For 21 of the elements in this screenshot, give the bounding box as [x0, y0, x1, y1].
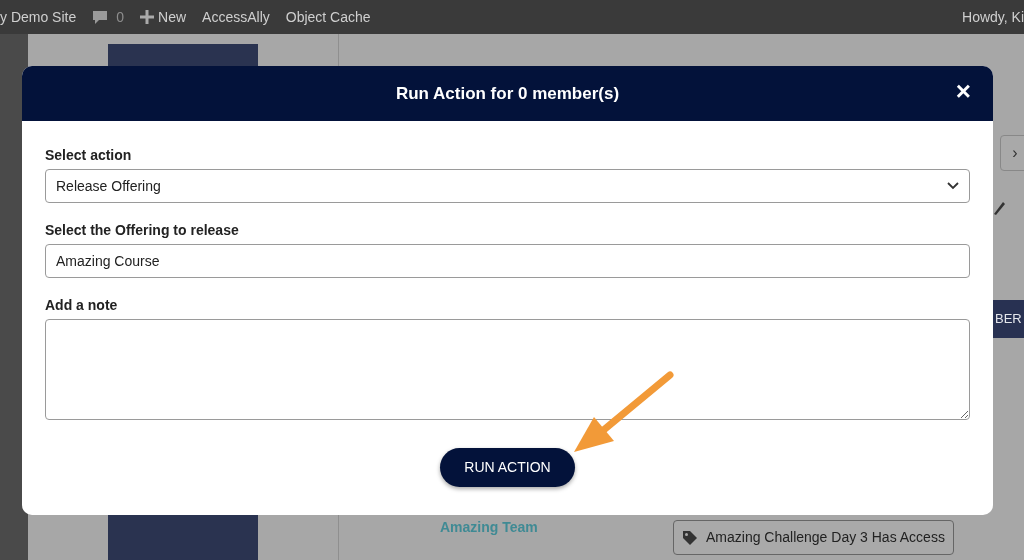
field-label: Add a note — [45, 296, 119, 315]
input-field[interactable]: Amazing Course — [45, 244, 970, 278]
menu-link[interactable]: y Demo Site — [0, 6, 77, 28]
chevron-down-icon — [947, 182, 959, 190]
tag-button[interactable]: Amazing Challenge Day 3 Has Access — [673, 520, 954, 555]
modal-title: Run Action for 0 member(s) — [395, 82, 620, 105]
note-field[interactable] — [45, 319, 970, 420]
comment-icon — [92, 9, 109, 25]
menu-link[interactable]: AccessAlly — [202, 6, 270, 28]
tag-icon — [682, 529, 698, 546]
close-button[interactable]: × — [953, 78, 973, 104]
plus-icon — [140, 10, 155, 24]
menu-link[interactable]: Object Cache — [285, 6, 371, 28]
next-button[interactable]: › — [1000, 135, 1024, 171]
run-action-button[interactable]: RUN ACTION — [440, 448, 575, 487]
menu-link[interactable]: New — [158, 6, 187, 28]
select-field[interactable]: Release Offering — [45, 169, 970, 203]
greeting-link[interactable]: Howdy, Ki — [962, 6, 1024, 28]
field-label: Select action — [45, 146, 133, 165]
field-label: Select the Offering to release — [45, 221, 240, 240]
member-button[interactable]: BER — [993, 300, 1024, 338]
